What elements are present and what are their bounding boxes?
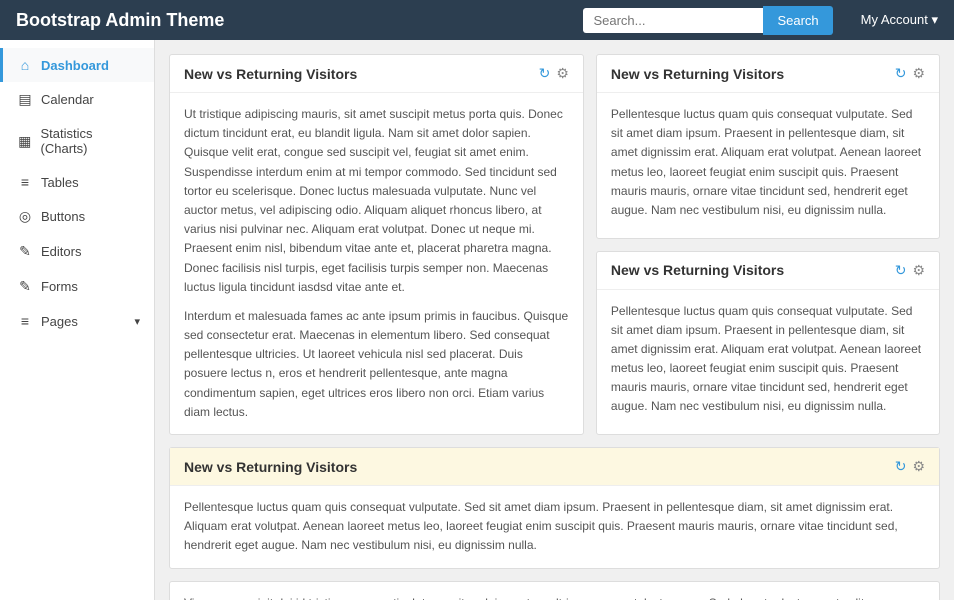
gear-icon-4[interactable]: ⚙ [912,458,925,475]
sidebar-label-pages: Pages [41,314,78,329]
card-top-right-2-header: New vs Returning Visitors ↻ ⚙ [597,252,939,290]
search-bar: Search [583,6,832,35]
home-icon: ⌂ [17,57,33,73]
app-title: Bootstrap Admin Theme [16,10,224,31]
main-layout: ⌂ Dashboard ▤ Calendar ▦ Statistics (Cha… [0,40,954,600]
main-content: New vs Returning Visitors ↻ ⚙ Ut tristiq… [155,40,954,600]
gear-icon[interactable]: ⚙ [556,65,569,82]
sidebar-item-editors[interactable]: ✎ Editors [0,234,154,269]
card-top-right-2-text: Pellentesque luctus quam quis consequat … [611,302,925,417]
card-middle-header: New vs Returning Visitors ↻ ⚙ [170,448,939,486]
form-icon: ✎ [17,278,33,295]
sidebar-label-calendar: Calendar [41,92,94,107]
card-top-left-body: Ut tristique adipiscing mauris, sit amet… [170,93,583,434]
gear-icon-3[interactable]: ⚙ [912,262,925,279]
card-top-right-2-body: Pellentesque luctus quam quis consequat … [597,290,939,429]
card-middle-text: Pellentesque luctus quam quis consequat … [184,498,925,556]
sidebar-label-tables: Tables [41,175,79,190]
card-top-right-2: New vs Returning Visitors ↻ ⚙ Pellentesq… [596,251,940,436]
card-top-left: New vs Returning Visitors ↻ ⚙ Ut tristiq… [169,54,584,435]
refresh-icon-4[interactable]: ↻ [895,458,907,475]
card-top-right-1-header: New vs Returning Visitors ↻ ⚙ [597,55,939,93]
sidebar: ⌂ Dashboard ▤ Calendar ▦ Statistics (Cha… [0,40,155,600]
button-icon: ◎ [17,208,33,225]
search-button[interactable]: Search [763,6,832,35]
edit-icon: ✎ [17,243,33,260]
card-top-left-header: New vs Returning Visitors ↻ ⚙ [170,55,583,93]
card-top-left-title: New vs Returning Visitors [184,66,357,82]
pages-icon: ≡ [17,313,33,329]
search-input[interactable] [583,8,763,33]
card-middle-body: Pellentesque luctus quam quis consequat … [170,486,939,568]
sidebar-label-buttons: Buttons [41,209,85,224]
refresh-icon-2[interactable]: ↻ [895,65,907,82]
card-top-right-1-text: Pellentesque luctus quam quis consequat … [611,105,925,220]
card-top-right-2-title: New vs Returning Visitors [611,262,784,278]
card-top-right-1-title: New vs Returning Visitors [611,66,784,82]
card-bottom-body: Vivamus suscipit dui id tristique venena… [170,582,939,600]
sidebar-label-forms: Forms [41,279,78,294]
chart-icon: ▦ [17,133,33,150]
card-bottom-text: Vivamus suscipit dui id tristique venena… [184,594,925,600]
calendar-icon: ▤ [17,91,33,108]
header: Bootstrap Admin Theme Search My Account … [0,0,954,40]
card-top-left-icons: ↻ ⚙ [539,65,569,82]
sidebar-item-pages[interactable]: ≡ Pages ▾ [0,304,154,338]
card-top-right-1-body: Pellentesque luctus quam quis consequat … [597,93,939,232]
sidebar-item-dashboard[interactable]: ⌂ Dashboard [0,48,154,82]
sidebar-label-editors: Editors [41,244,81,259]
sidebar-item-forms[interactable]: ✎ Forms [0,269,154,304]
card-middle-title: New vs Returning Visitors [184,459,357,475]
card-bottom: Vivamus suscipit dui id tristique venena… [169,581,940,600]
card-middle: New vs Returning Visitors ↻ ⚙ Pellentesq… [169,447,940,569]
card-top-right-2-icons: ↻ ⚙ [895,262,925,279]
sidebar-item-calendar[interactable]: ▤ Calendar [0,82,154,117]
my-account-menu[interactable]: My Account ▾ [861,12,938,28]
sidebar-item-buttons[interactable]: ◎ Buttons [0,199,154,234]
refresh-icon-3[interactable]: ↻ [895,262,907,279]
right-column: New vs Returning Visitors ↻ ⚙ Pellentesq… [596,54,940,435]
card-top-left-text: Ut tristique adipiscing mauris, sit amet… [184,105,569,297]
sidebar-item-statistics[interactable]: ▦ Statistics (Charts) [0,117,154,165]
top-row: New vs Returning Visitors ↻ ⚙ Ut tristiq… [169,54,940,435]
refresh-icon[interactable]: ↻ [539,65,551,82]
chevron-down-icon: ▾ [134,315,140,328]
card-top-left-text-2: Interdum et malesuada fames ac ante ipsu… [184,307,569,422]
card-middle-icons: ↻ ⚙ [895,458,925,475]
sidebar-item-tables[interactable]: ≡ Tables [0,165,154,199]
card-top-right-1-icons: ↻ ⚙ [895,65,925,82]
table-icon: ≡ [17,174,33,190]
card-top-right-1: New vs Returning Visitors ↻ ⚙ Pellentesq… [596,54,940,239]
sidebar-label-statistics: Statistics (Charts) [41,126,140,156]
sidebar-label-dashboard: Dashboard [41,58,109,73]
gear-icon-2[interactable]: ⚙ [912,65,925,82]
